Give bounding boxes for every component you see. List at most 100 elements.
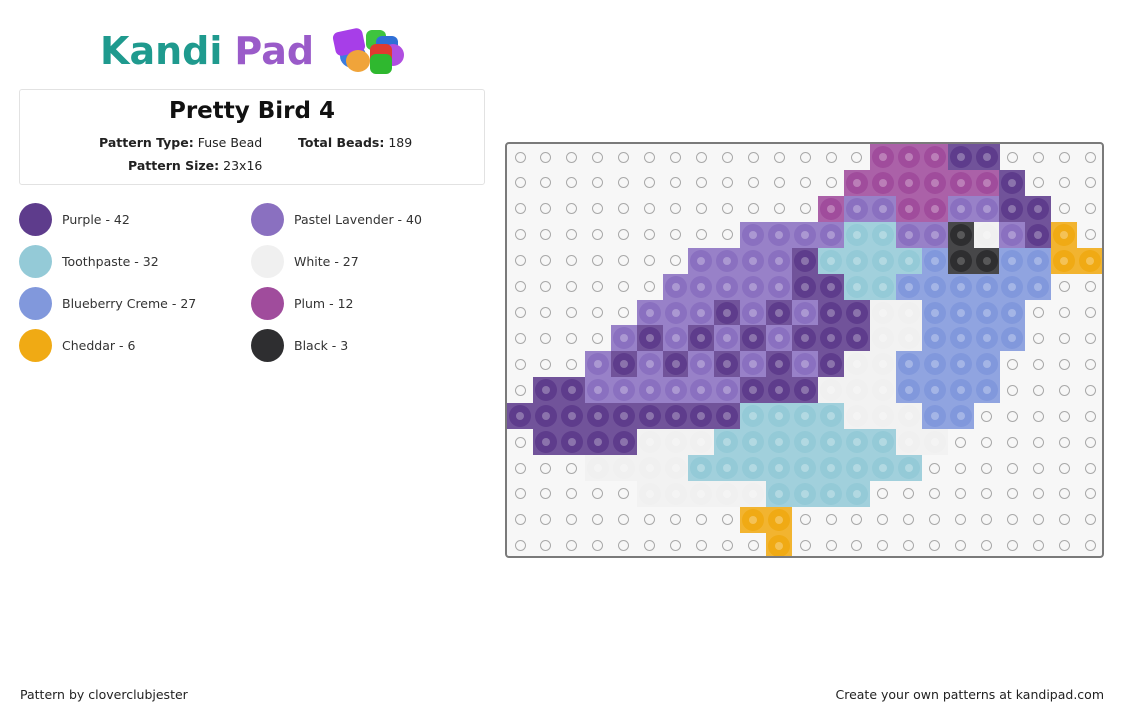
empty-peg	[644, 177, 656, 189]
empty-peg	[1006, 540, 1018, 552]
bead-pastel-lavender	[714, 247, 741, 274]
empty-peg	[514, 462, 526, 474]
empty-peg	[773, 177, 785, 189]
bead-purple	[999, 169, 1026, 196]
empty-peg	[618, 177, 630, 189]
bead-blueberry-creme	[921, 273, 948, 300]
empty-peg	[903, 514, 915, 526]
color-swatch	[19, 328, 52, 362]
empty-peg	[929, 488, 941, 500]
empty-peg	[851, 514, 863, 526]
bead-blueberry-creme	[973, 377, 1000, 404]
color-swatch	[251, 202, 284, 236]
bead-purple	[947, 144, 974, 170]
empty-peg	[540, 358, 552, 370]
bead-white	[636, 480, 663, 507]
kandipad-logo[interactable]: Kandi Pad	[100, 26, 405, 76]
bead-white	[843, 351, 870, 378]
bead-pastel-lavender	[895, 221, 922, 248]
bead-pastel-lavender	[999, 221, 1026, 248]
bead-pastel-lavender	[662, 325, 689, 352]
bead-purple	[532, 403, 559, 430]
bead-black	[973, 247, 1000, 274]
empty-peg	[1006, 384, 1018, 396]
empty-peg	[721, 177, 733, 189]
bead-white	[662, 429, 689, 456]
legend-label: Blueberry Creme - 27	[62, 295, 197, 311]
pattern-type-label: Pattern Type:	[99, 135, 194, 150]
empty-peg	[981, 436, 993, 448]
bead-white	[584, 455, 611, 482]
empty-peg	[929, 514, 941, 526]
bead-purple	[818, 273, 845, 300]
bead-pastel-lavender	[662, 273, 689, 300]
bead-pastel-lavender	[688, 351, 715, 378]
empty-peg	[1032, 151, 1044, 163]
empty-peg	[773, 151, 785, 163]
empty-peg	[618, 151, 630, 163]
empty-peg	[955, 462, 967, 474]
empty-peg	[540, 281, 552, 293]
bead-pastel-lavender	[688, 273, 715, 300]
empty-peg	[1032, 307, 1044, 319]
legend-label: White - 27	[294, 253, 359, 269]
bead-pastel-lavender	[792, 299, 819, 326]
empty-peg	[592, 255, 604, 267]
empty-peg	[514, 307, 526, 319]
bead-pastel-lavender	[714, 325, 741, 352]
empty-peg	[1084, 203, 1096, 215]
bead-blueberry-creme	[921, 403, 948, 430]
empty-peg	[747, 203, 759, 215]
bead-toothpaste	[818, 480, 845, 507]
legend-item-blueberry-creme: Blueberry Creme - 27	[19, 286, 196, 320]
bead-pastel-lavender	[688, 377, 715, 404]
bead-blueberry-creme	[921, 351, 948, 378]
bead-blueberry-creme	[895, 351, 922, 378]
empty-peg	[695, 540, 707, 552]
empty-peg	[1006, 410, 1018, 422]
bead-toothpaste	[792, 403, 819, 430]
empty-peg	[514, 255, 526, 267]
empty-peg	[644, 203, 656, 215]
bead-white	[895, 403, 922, 430]
bead-plum	[921, 144, 948, 170]
kandipad-promo-link[interactable]: Create your own patterns at kandipad.com	[835, 687, 1104, 702]
empty-peg	[1084, 462, 1096, 474]
empty-peg	[1058, 462, 1070, 474]
empty-peg	[1058, 307, 1070, 319]
bead-pattern-board	[505, 142, 1104, 558]
empty-peg	[566, 203, 578, 215]
empty-peg	[1032, 358, 1044, 370]
bead-pastel-lavender	[766, 325, 793, 352]
legend-item-toothpaste: Toothpaste - 32	[19, 244, 159, 278]
bead-white	[818, 377, 845, 404]
bead-white	[740, 480, 767, 507]
bead-purple	[532, 377, 559, 404]
empty-peg	[618, 488, 630, 500]
empty-peg	[592, 151, 604, 163]
bead-toothpaste	[766, 429, 793, 456]
empty-peg	[592, 177, 604, 189]
empty-peg	[1084, 410, 1096, 422]
bead-purple	[843, 325, 870, 352]
bead-toothpaste	[818, 429, 845, 456]
empty-peg	[566, 514, 578, 526]
bead-blueberry-creme	[999, 299, 1026, 326]
empty-peg	[644, 151, 656, 163]
empty-peg	[670, 151, 682, 163]
bead-white	[636, 429, 663, 456]
bead-white	[662, 480, 689, 507]
empty-peg	[1058, 384, 1070, 396]
bead-purple	[714, 299, 741, 326]
bead-pastel-lavender	[584, 377, 611, 404]
empty-peg	[540, 307, 552, 319]
empty-peg	[514, 514, 526, 526]
empty-peg	[618, 255, 630, 267]
empty-peg	[877, 540, 889, 552]
empty-peg	[1084, 540, 1096, 552]
bead-pastel-lavender	[688, 247, 715, 274]
empty-peg	[981, 540, 993, 552]
bead-white	[610, 455, 637, 482]
empty-peg	[695, 203, 707, 215]
empty-peg	[877, 488, 889, 500]
